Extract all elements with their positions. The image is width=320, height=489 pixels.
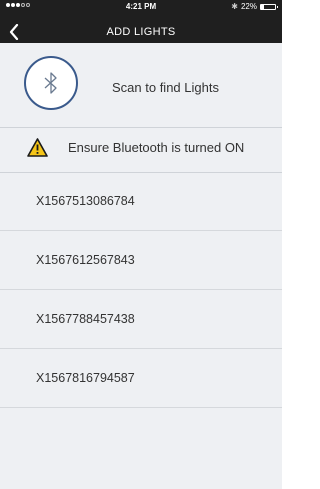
scan-button[interactable] [24,56,78,110]
device-item[interactable]: X1567788457438 [0,290,282,349]
battery-icon [260,3,278,10]
device-item[interactable]: X1567612567843 [0,231,282,290]
scan-label: Scan to find Lights [112,80,219,95]
bluetooth-warning: Ensure Bluetooth is turned ON [0,128,282,173]
page-title: ADD LIGHTS [106,26,176,38]
scan-row[interactable]: Scan to find Lights [0,43,282,128]
battery-percent: 22% [240,2,257,11]
warning-label: Ensure Bluetooth is turned ON [68,140,245,155]
phone-screen: 4:21 PM ✱ 22% ADD LIGHTS Scan to find Li… [0,0,282,489]
device-id: X1567816794587 [36,371,135,385]
status-right: ✱ 22% [231,2,278,11]
nav-bar: ADD LIGHTS [0,22,282,43]
bluetooth-status-icon: ✱ [231,2,238,11]
top-bar: 4:21 PM ✱ 22% ADD LIGHTS [0,0,282,43]
device-item[interactable]: X1567513086784 [0,172,282,231]
device-id: X1567612567843 [36,253,135,267]
device-list: X1567513086784 X1567612567843 X156778845… [0,172,282,408]
device-id: X1567788457438 [36,312,135,326]
warning-icon [27,138,48,157]
status-bar: 4:21 PM ✱ 22% [0,0,282,16]
device-item[interactable]: X1567816794587 [0,349,282,408]
bluetooth-icon [44,72,57,94]
device-id: X1567513086784 [36,194,135,208]
